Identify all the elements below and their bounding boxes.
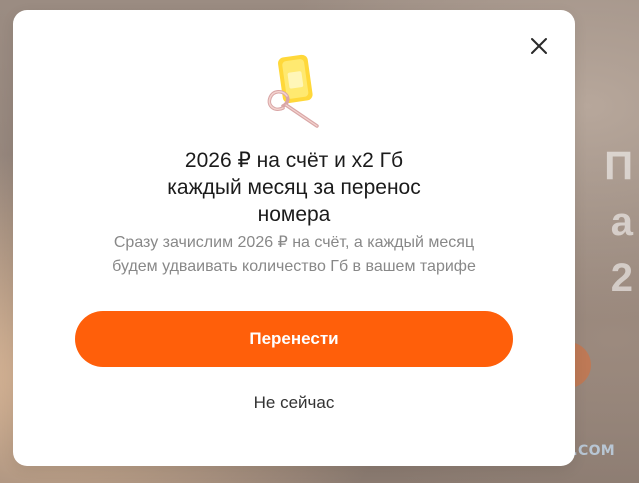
modal-description-line: Сразу зачислим 2026 ₽ на счёт, а каждый … bbox=[113, 234, 475, 251]
modal-title: 2026 ₽ на счёт и x2 Гб каждый месяц за п… bbox=[13, 147, 575, 228]
modal-description-line: будем удваивать количество Гб в вашем та… bbox=[112, 258, 476, 275]
not-now-button[interactable]: Не сейчас bbox=[194, 388, 394, 418]
modal-description: Сразу зачислим 2026 ₽ на счёт, а каждый … bbox=[13, 231, 575, 279]
modal-title-line: 2026 ₽ на счёт и x2 Гб bbox=[184, 149, 404, 172]
transfer-button[interactable]: Перенести bbox=[75, 311, 513, 367]
modal-title-line: каждый месяц за перенос bbox=[167, 176, 421, 199]
close-icon bbox=[531, 38, 547, 54]
sim-card-eject-pin-icon bbox=[267, 54, 319, 128]
close-button[interactable] bbox=[527, 34, 551, 58]
number-transfer-modal: 2026 ₽ на счёт и x2 Гб каждый месяц за п… bbox=[13, 10, 575, 466]
background-heading-line: 2 bbox=[610, 256, 633, 300]
background-heading-line: П bbox=[604, 144, 633, 188]
background-heading: П а 2 bbox=[604, 138, 633, 306]
modal-title-line: номера bbox=[257, 203, 331, 226]
background-heading-line: а bbox=[610, 200, 633, 244]
